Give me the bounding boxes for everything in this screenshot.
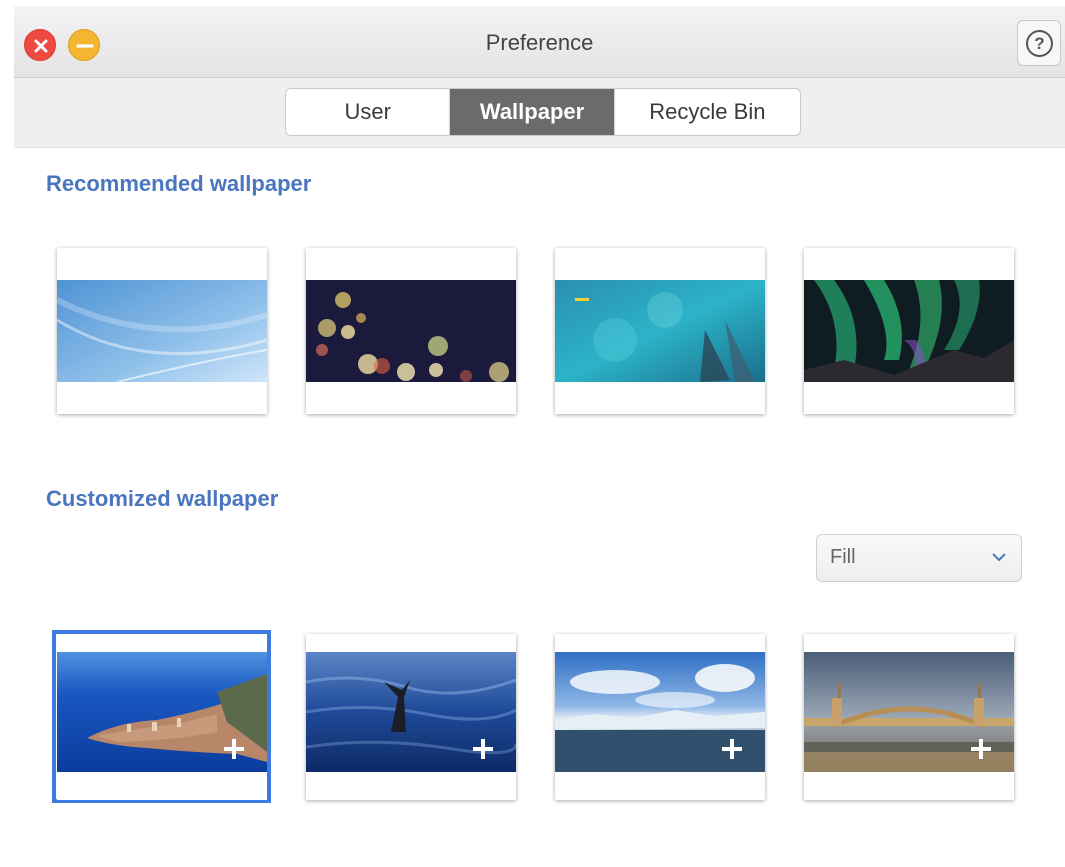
custom-wallpaper-1[interactable] [57, 634, 267, 800]
chevron-down-icon [992, 553, 1006, 562]
recommended-wallpaper-4[interactable] [804, 248, 1014, 414]
add-icon[interactable] [221, 736, 247, 762]
wallpaper-thumbnail [306, 280, 516, 382]
add-icon[interactable] [470, 736, 496, 762]
help-icon: ? [1026, 30, 1053, 57]
recommended-wallpaper-2[interactable] [306, 248, 516, 414]
fit-select-value: Fill [830, 546, 856, 568]
window-title: Preference [485, 30, 594, 55]
recommended-wallpaper-1[interactable] [57, 248, 267, 414]
wallpaper-thumbnail [555, 280, 765, 382]
tab-recycle-bin[interactable]: Recycle Bin [615, 89, 800, 135]
preference-window: Preference ? User Wallpaper Recycle Bin … [14, 0, 1065, 867]
custom-wallpaper-4[interactable] [804, 634, 1014, 800]
wallpaper-thumbnail [306, 652, 516, 772]
custom-wallpaper-2[interactable] [306, 634, 516, 800]
recommended-wallpaper-heading: Recommended wallpaper [46, 171, 312, 196]
wallpaper-fit-select[interactable]: Fill [816, 534, 1022, 582]
wallpaper-thumbnail [57, 280, 267, 382]
recommended-wallpaper-3[interactable] [555, 248, 765, 414]
tab-bar: User Wallpaper Recycle Bin [14, 78, 1065, 148]
wallpaper-thumbnail [57, 652, 267, 772]
tab-user[interactable]: User [286, 89, 451, 135]
wallpaper-thumbnail [804, 652, 1014, 772]
segmented-tabs: User Wallpaper Recycle Bin [285, 88, 801, 136]
tab-wallpaper[interactable]: Wallpaper [450, 89, 615, 135]
add-icon[interactable] [968, 736, 994, 762]
wallpaper-thumbnail [804, 280, 1014, 382]
title-bar: Preference ? [14, 6, 1065, 78]
customized-wallpaper-heading: Customized wallpaper [46, 486, 279, 511]
wallpaper-thumbnail [555, 652, 765, 772]
add-icon[interactable] [719, 736, 745, 762]
custom-wallpaper-3[interactable] [555, 634, 765, 800]
help-button[interactable]: ? [1017, 20, 1061, 66]
